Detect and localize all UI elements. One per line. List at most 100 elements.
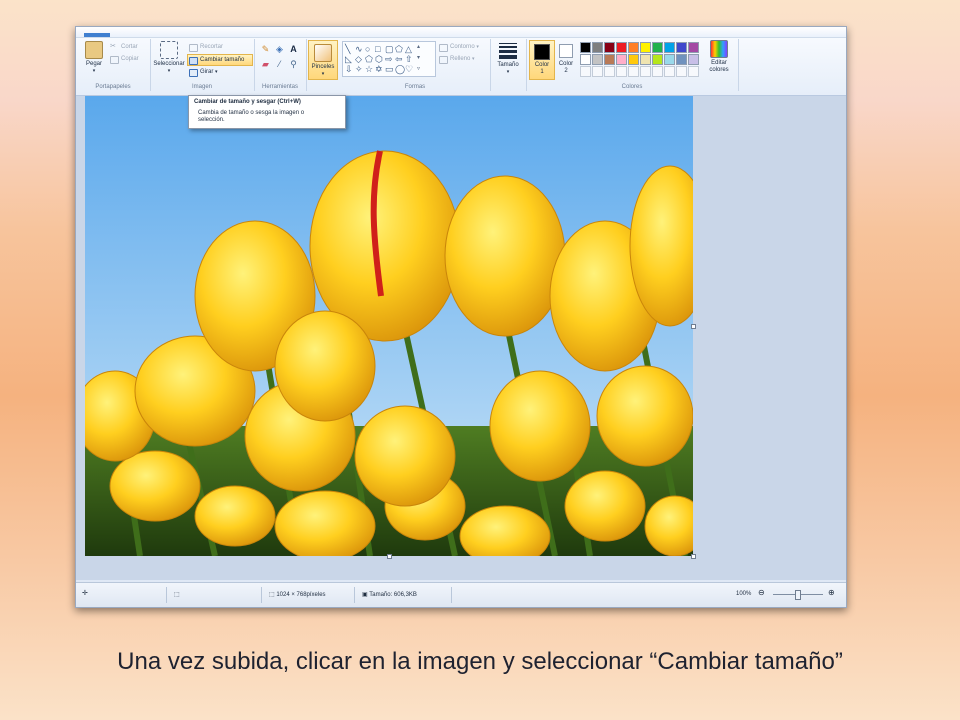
palette-swatch[interactable] [676, 42, 687, 53]
pencil-icon[interactable]: ✎ [260, 44, 271, 55]
text-tool-icon[interactable]: A [288, 44, 299, 55]
color-picker-icon[interactable]: ⁄ [274, 59, 285, 70]
palette-swatch[interactable] [628, 54, 639, 65]
resize-handle-bottom[interactable] [387, 554, 392, 559]
edit-colors-label-2: colores [709, 67, 729, 73]
color2-number: 2 [564, 68, 568, 74]
palette-swatch[interactable] [628, 42, 639, 53]
group-label-imagen: Imagen [191, 84, 212, 90]
callout-oval-shape-icon[interactable]: ◯ [395, 64, 405, 74]
palette-swatch[interactable] [640, 54, 651, 65]
group-label-colores: Colores [621, 84, 643, 90]
zoom-out-icon[interactable]: ⊖ [758, 588, 765, 597]
edit-colors-label: Editar [711, 60, 727, 66]
palette-swatch[interactable] [652, 54, 663, 65]
eraser-icon[interactable]: ▰ [260, 59, 271, 70]
brushes-button[interactable]: Pinceles ▾ [308, 40, 338, 80]
palette-swatch[interactable] [580, 54, 591, 65]
gallery-expand-icon[interactable]: ▿ [417, 64, 420, 74]
palette-swatch[interactable] [676, 54, 687, 65]
palette-swatch[interactable] [640, 42, 651, 53]
edit-colors-button[interactable]: Editar colores [704, 40, 734, 74]
scissors-icon: ✂ [110, 43, 116, 50]
six-point-star-shape-icon[interactable]: ✡ [375, 64, 383, 74]
custom-color-slot[interactable] [688, 66, 699, 77]
outline-button[interactable]: Contorno ▾ [438, 42, 479, 52]
copy-button[interactable]: Copiar [109, 54, 139, 64]
pentagon-shape-icon[interactable]: ⬠ [365, 54, 373, 64]
custom-color-slot[interactable] [652, 66, 663, 77]
fill-icon[interactable]: ◈ [274, 44, 285, 55]
rotate-button[interactable]: Girar ▾ [188, 67, 218, 77]
custom-color-slot[interactable] [676, 66, 687, 77]
cut-button[interactable]: ✂ Cortar [109, 42, 138, 52]
scroll-up-icon[interactable]: ▴ [417, 42, 420, 52]
heart-shape-icon[interactable]: ♡ [405, 64, 413, 74]
clipboard-icon [85, 41, 103, 59]
zoom-slider-thumb[interactable] [795, 590, 801, 600]
scroll-down-icon[interactable]: ▾ [417, 53, 420, 63]
select-button[interactable]: Seleccionar ▾ [152, 41, 186, 75]
arrow-down-shape-icon[interactable]: ⇩ [345, 64, 353, 74]
custom-color-slot[interactable] [604, 66, 615, 77]
arrow-up-shape-icon[interactable]: ⇧ [405, 54, 413, 64]
resize-handle-corner[interactable] [691, 554, 696, 559]
custom-color-slot[interactable] [616, 66, 627, 77]
right-triangle-shape-icon[interactable]: ◺ [345, 54, 352, 64]
chevron-down-icon: ▾ [215, 69, 218, 75]
polygon-shape-icon[interactable]: ⬠ [395, 44, 403, 54]
canvas-area[interactable] [76, 96, 846, 580]
crop-button[interactable]: Recortar [188, 42, 223, 52]
arrow-right-shape-icon[interactable]: ⇨ [385, 54, 393, 64]
tulip-photo[interactable] [85, 96, 693, 556]
palette-swatch[interactable] [652, 42, 663, 53]
chevron-down-icon: ▾ [321, 71, 325, 77]
oval-shape-icon[interactable]: ○ [365, 44, 370, 54]
custom-color-slot[interactable] [664, 66, 675, 77]
color1-number: 1 [540, 69, 544, 75]
file-size-text: Tamaño: 606,3KB [369, 592, 417, 598]
zoom-in-icon[interactable]: ⊕ [828, 588, 835, 597]
palette-swatch[interactable] [688, 42, 699, 53]
file-tab[interactable] [84, 33, 110, 37]
palette-swatch[interactable] [664, 54, 675, 65]
palette-swatch[interactable] [664, 42, 675, 53]
status-separator [261, 587, 262, 603]
curve-shape-icon[interactable]: ∿ [355, 44, 363, 54]
rounded-rect-shape-icon[interactable]: ▢ [385, 44, 394, 54]
four-point-star-shape-icon[interactable]: ✧ [355, 64, 363, 74]
arrow-left-shape-icon[interactable]: ⇦ [395, 54, 403, 64]
color2-button[interactable]: Color 2 [555, 40, 577, 78]
diamond-shape-icon[interactable]: ◇ [355, 54, 362, 64]
hexagon-shape-icon[interactable]: ⬡ [375, 54, 383, 64]
rectangle-shape-icon[interactable]: □ [375, 44, 380, 54]
fill-button[interactable]: Relleno ▾ [438, 54, 475, 64]
color1-button[interactable]: Color 1 [529, 40, 555, 80]
triangle-shape-icon[interactable]: △ [405, 44, 412, 54]
crop-label: Recortar [200, 44, 224, 50]
selection-size-icon: ⬚ [174, 592, 180, 598]
palette-swatch[interactable] [604, 42, 615, 53]
palette-swatch[interactable] [616, 54, 627, 65]
tulip-image [85, 96, 693, 556]
palette-swatch[interactable] [592, 42, 603, 53]
line-shape-icon[interactable]: ╲ [345, 44, 350, 54]
paste-button[interactable]: Pegar ▾ [82, 41, 106, 75]
palette-swatch[interactable] [604, 54, 615, 65]
palette-swatch[interactable] [688, 54, 699, 65]
resize-handle-right[interactable] [691, 324, 696, 329]
custom-color-slot[interactable] [592, 66, 603, 77]
custom-color-slot[interactable] [640, 66, 651, 77]
callout-rect-shape-icon[interactable]: ▭ [385, 64, 394, 74]
star-shape-icon[interactable]: ☆ [365, 64, 373, 74]
palette-swatch[interactable] [592, 54, 603, 65]
slide-caption: Una vez subida, clicar en la imagen y se… [117, 648, 843, 675]
resize-button[interactable]: Cambiar tamaño [187, 54, 253, 66]
palette-swatch[interactable] [616, 42, 627, 53]
custom-color-slot[interactable] [580, 66, 591, 77]
size-button[interactable]: Tamaño ▾ [495, 41, 521, 76]
custom-color-slot[interactable] [628, 66, 639, 77]
shapes-gallery[interactable]: ╲ ∿ ○ □ ▢ ⬠ △ ◺ ◇ ⬠ ⬡ ⇨ ⇦ ⇧ ⇩ ✧ ☆ ✡ ▭ ◯ [342, 41, 436, 77]
magnifier-icon[interactable]: ⚲ [288, 59, 299, 70]
palette-swatch[interactable] [580, 42, 591, 53]
